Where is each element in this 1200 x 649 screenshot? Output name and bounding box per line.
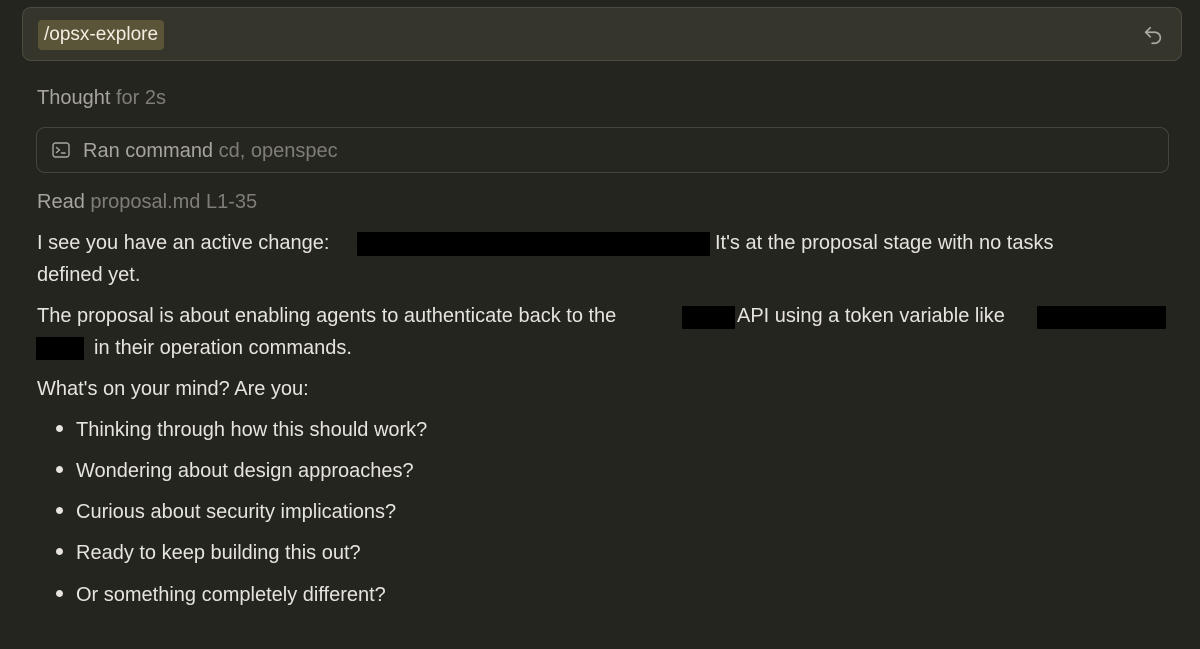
list-item: Ready to keep building this out? xyxy=(56,542,361,565)
ran-command-label: Ran command xyxy=(83,140,214,162)
message-line-3a: The proposal is about enabling agents to… xyxy=(37,305,617,327)
prompt-box[interactable]: /opsx-explore xyxy=(22,7,1182,61)
question-text: What's on your mind? Are you: xyxy=(37,378,309,400)
message-line-3b: API using a token variable like xyxy=(737,305,1005,327)
list-item-text: Or something completely different? xyxy=(76,584,386,606)
ran-command-text: Ran command cd, openspec xyxy=(83,140,338,163)
message-line-2: defined yet. xyxy=(37,264,141,286)
undo-icon[interactable] xyxy=(1142,24,1164,46)
read-label: Read xyxy=(37,191,85,213)
redacted-block-change-name xyxy=(357,232,710,256)
redacted-block-api-name xyxy=(682,306,735,329)
thought-label: Thought xyxy=(37,87,111,109)
bullet-icon xyxy=(56,466,63,474)
message-line-1a: I see you have an active change: xyxy=(37,232,330,254)
ran-command-box[interactable]: Ran command cd, openspec xyxy=(36,127,1169,173)
list-item: Curious about security implications? xyxy=(56,501,396,524)
read-file-status[interactable]: Read proposal.md L1-35 xyxy=(37,191,257,214)
list-item-text: Ready to keep building this out? xyxy=(76,542,361,564)
bullet-icon xyxy=(56,548,63,556)
list-item-text: Wondering about design approaches? xyxy=(76,460,414,482)
terminal-icon xyxy=(52,142,70,158)
redacted-block-token-variable xyxy=(1037,306,1166,329)
list-item: Wondering about design approaches? xyxy=(56,460,414,483)
message-line-4: in their operation commands. xyxy=(94,337,352,359)
bullet-icon xyxy=(56,590,63,598)
thought-duration: for 2s xyxy=(115,87,166,109)
thought-status[interactable]: Thought for 2s xyxy=(37,87,166,110)
message-line-1b: It's at the proposal stage with no tasks xyxy=(715,232,1054,254)
command-chip[interactable]: /opsx-explore xyxy=(38,20,165,50)
ran-command-args: cd, openspec xyxy=(218,140,338,162)
list-item-text: Curious about security implications? xyxy=(76,501,397,523)
bullet-icon xyxy=(56,425,63,433)
list-item: Or something completely different? xyxy=(56,584,386,607)
list-item-text: Thinking through how this should work? xyxy=(76,419,428,441)
list-item: Thinking through how this should work? xyxy=(56,419,427,442)
read-file-name: proposal.md L1-35 xyxy=(90,191,258,213)
bullet-icon xyxy=(56,507,63,515)
redacted-block-variable-cont xyxy=(36,337,84,360)
